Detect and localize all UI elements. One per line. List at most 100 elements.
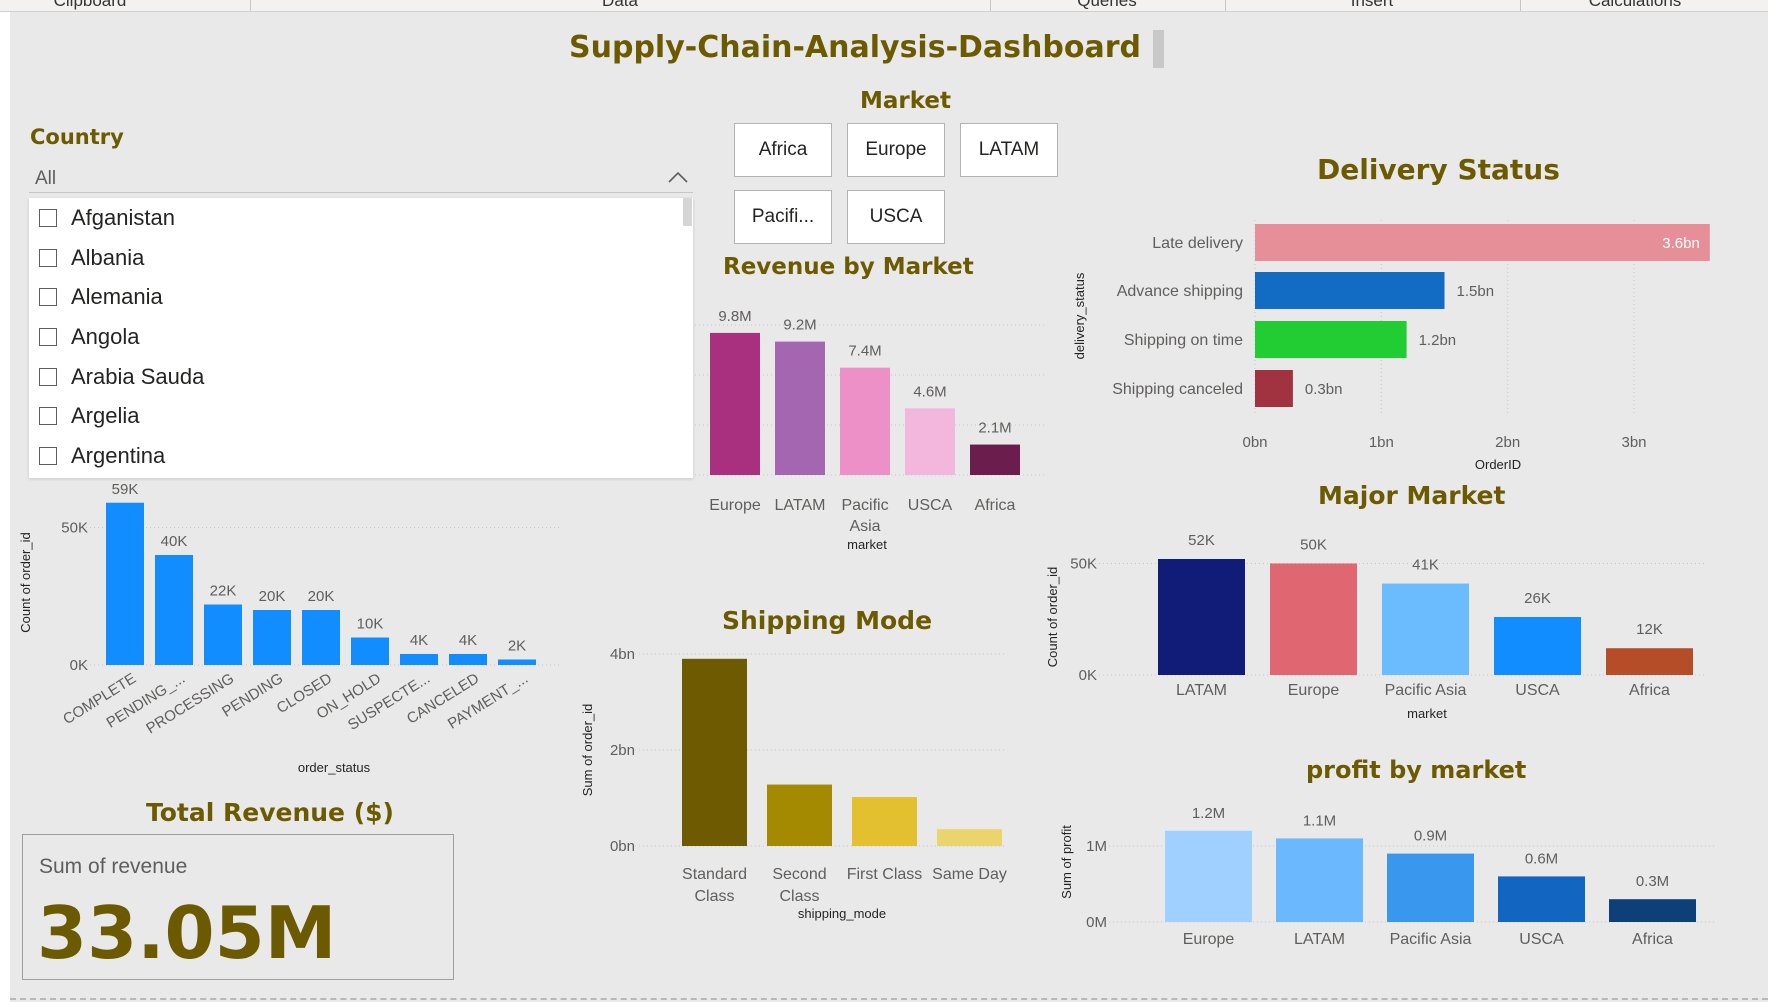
- bar: [498, 659, 536, 665]
- kpi-card: Sum of revenue 33.05M: [22, 834, 454, 980]
- x-tick-label: Europe: [1183, 931, 1235, 948]
- checkbox[interactable]: [39, 209, 57, 227]
- data-label: 1.5bn: [1457, 283, 1495, 300]
- market-button-africa[interactable]: Africa: [734, 123, 832, 177]
- bar: [1276, 838, 1363, 922]
- bar: [775, 341, 825, 475]
- bar: [710, 332, 760, 475]
- slicer-item[interactable]: Argentina: [39, 441, 165, 471]
- market-button-usca[interactable]: USCA: [847, 190, 945, 244]
- ribbon-group-queries[interactable]: Queries: [1077, 0, 1137, 11]
- data-label: 22K: [210, 583, 237, 600]
- bar: [1255, 370, 1293, 407]
- major-market-chart: 50K 0K Count of order_id 52K LATAM 50K Europe 4…: [1045, 532, 1705, 721]
- checkbox[interactable]: [39, 288, 57, 306]
- x-tick-label: Europe: [709, 497, 761, 514]
- canvas-scrollbar-thumb[interactable]: [1153, 30, 1164, 68]
- ribbon-group-insert[interactable]: Insert: [1351, 0, 1394, 11]
- market-button-europe[interactable]: Europe: [847, 123, 945, 177]
- bar: [1387, 853, 1474, 922]
- canvas-bottom-border: [10, 998, 1768, 1000]
- data-label: 40K: [161, 533, 188, 550]
- data-label: 4.6M: [913, 383, 946, 400]
- slicer-item[interactable]: Alemania: [39, 282, 163, 312]
- bar: [1382, 583, 1469, 675]
- slicer-item-label: Argelia: [71, 403, 140, 428]
- data-label: 9.2M: [783, 317, 816, 334]
- data-label: 12K: [1636, 621, 1663, 638]
- data-label: 4K: [459, 632, 477, 649]
- y-tick-label: 0K: [70, 657, 88, 674]
- y-axis-label: delivery_status: [1072, 272, 1087, 359]
- checkbox[interactable]: [39, 368, 57, 386]
- shipping-mode-chart: 0bn 2bn 4bn Sum of order_id Standard Class Sec…: [580, 646, 1007, 921]
- bar: [1606, 648, 1693, 675]
- x-tick-label: LATAM: [775, 497, 826, 514]
- bar: [1165, 830, 1252, 922]
- data-label: 20K: [259, 588, 286, 605]
- bar: [767, 784, 832, 846]
- slicer-item[interactable]: Arabia Sauda: [39, 362, 204, 392]
- checkbox[interactable]: [39, 447, 57, 465]
- x-tick-label: Second: [772, 866, 826, 883]
- major-market-title: Major Market: [1318, 481, 1506, 510]
- y-tick-label: 1M: [1086, 838, 1107, 855]
- data-label: 52K: [1188, 532, 1215, 549]
- y-tick-label: 4bn: [610, 646, 635, 663]
- slicer-scrollbar[interactable]: [683, 198, 692, 226]
- x-axis-label: OrderID: [1475, 457, 1521, 472]
- slicer-item[interactable]: Afganistan: [39, 203, 175, 233]
- data-label: 0.6M: [1525, 850, 1558, 867]
- ribbon-separator: [1520, 0, 1521, 11]
- y-tick-label: 0bn: [610, 838, 635, 855]
- bar: [400, 654, 438, 665]
- kpi-title: Total Revenue ($): [146, 798, 394, 827]
- x-tick-label: Europe: [1288, 682, 1340, 699]
- data-label: 2.1M: [978, 420, 1011, 437]
- ribbon-strip: Clipboard Data Queries Insert Calculatio…: [0, 0, 1768, 12]
- checkbox[interactable]: [39, 407, 57, 425]
- chevron-up-icon[interactable]: [668, 171, 688, 183]
- data-label: 7.4M: [848, 343, 881, 360]
- slicer-item[interactable]: Angola: [39, 322, 140, 352]
- country-slicer-selected[interactable]: All: [35, 168, 56, 190]
- y-axis-label: Sum of order_id: [580, 704, 595, 797]
- y-tick-label: Shipping canceled: [1112, 381, 1243, 398]
- profit-by-market-chart: 1M 0M Sum of profit 1.2M Europe 1.1M LATAM 0.9M…: [1059, 805, 1715, 948]
- bar: [1494, 617, 1581, 675]
- x-tick-label: Pacific: [841, 497, 888, 514]
- x-tick-label: Africa: [1629, 682, 1670, 699]
- data-label: 3.6bn: [1662, 235, 1700, 252]
- x-tick-label: 3bn: [1621, 434, 1646, 451]
- profit-by-market-title: profit by market: [1306, 756, 1527, 784]
- market-slicer-title: Market: [860, 88, 952, 114]
- page-title: Supply-Chain-Analysis-Dashboard: [569, 30, 1141, 65]
- bar: [253, 610, 291, 665]
- y-tick-label: 0M: [1086, 914, 1107, 931]
- bar: [1498, 876, 1585, 922]
- data-label: 26K: [1524, 590, 1551, 607]
- ribbon-group-clipboard[interactable]: Clipboard: [54, 0, 127, 11]
- slicer-item[interactable]: Argelia: [39, 401, 139, 431]
- y-tick-label: 50K: [61, 520, 88, 537]
- slicer-item-label: Angola: [71, 324, 140, 349]
- bar: [351, 637, 389, 665]
- market-button-pacific-asia[interactable]: Pacifi...: [734, 190, 832, 244]
- ribbon-group-calculations[interactable]: Calculations: [1589, 0, 1682, 11]
- checkbox[interactable]: [39, 249, 57, 267]
- checkbox[interactable]: [39, 328, 57, 346]
- x-tick-label: Asia: [849, 518, 880, 535]
- bar: [1255, 224, 1710, 261]
- market-button-latam[interactable]: LATAM: [960, 123, 1058, 177]
- ribbon-group-data[interactable]: Data: [602, 0, 638, 11]
- x-tick-label: Pacific Asia: [1385, 682, 1467, 699]
- bar: [905, 408, 955, 475]
- x-tick-label: USCA: [1519, 931, 1564, 948]
- x-tick-label: 1bn: [1369, 434, 1394, 451]
- y-tick-label: 2bn: [610, 742, 635, 759]
- data-label: 9.8M: [718, 308, 751, 325]
- slicer-item-label: Argentina: [71, 443, 166, 468]
- slicer-item[interactable]: Albania: [39, 243, 144, 273]
- revenue-by-market-chart: 9.8M Europe 9.2M LATAM 7.4M Pacific Asia 4.6M US…: [695, 308, 1045, 552]
- x-tick-label: Same Day: [932, 866, 1007, 883]
